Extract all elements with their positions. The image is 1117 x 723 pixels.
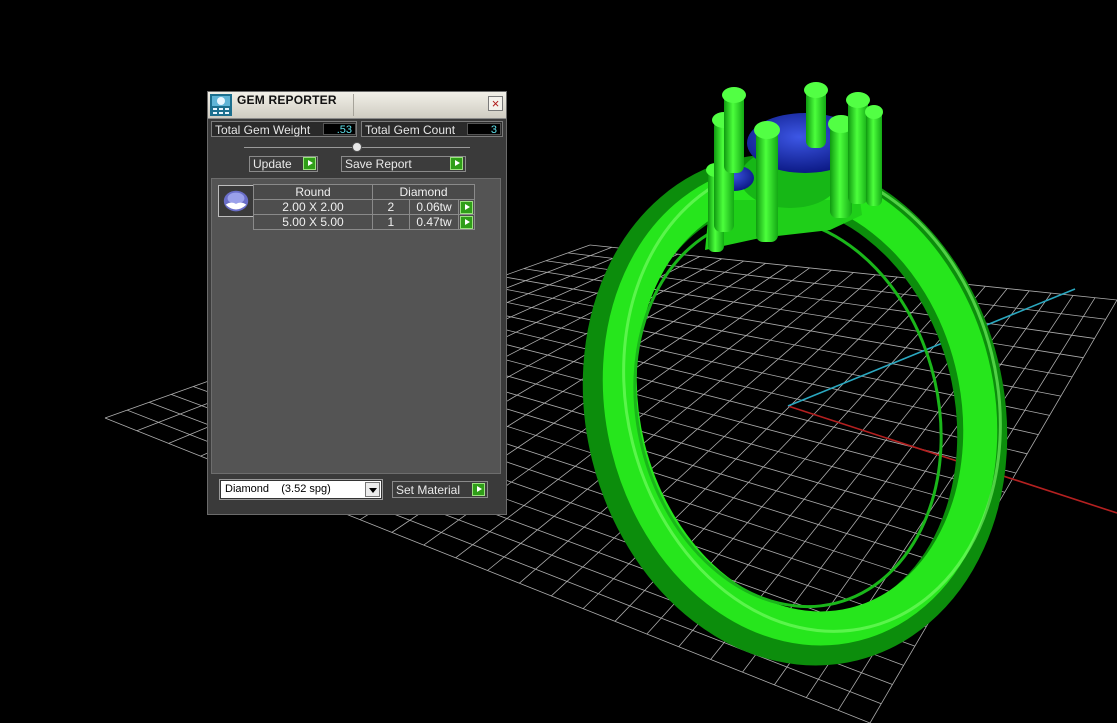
round-gem-icon xyxy=(218,185,254,217)
total-gem-weight-label: Total Gem Weight xyxy=(215,123,311,137)
gem-weight-cell: 0.47tw xyxy=(408,214,460,230)
play-arrow-icon[interactable] xyxy=(450,157,463,170)
gem-reporter-window: GEM REPORTER × Total Gem Weight .53 Tota… xyxy=(207,91,507,515)
set-material-button[interactable]: Set Material xyxy=(392,481,488,498)
shape-header: Round xyxy=(253,184,373,200)
title-divider xyxy=(353,94,354,116)
3d-viewport[interactable] xyxy=(0,0,1117,723)
save-report-button-label: Save Report xyxy=(345,157,412,171)
gem-size-cell: 5.00 X 5.00 xyxy=(253,214,373,230)
chevron-down-icon[interactable] xyxy=(365,482,380,497)
total-gem-weight-value: .53 xyxy=(323,123,356,136)
gem-table: Round Diamond 2.00 X 2.00 2 0.06tw 5.00 … xyxy=(253,184,475,230)
update-button-label: Update xyxy=(253,157,292,171)
total-gem-count-field: Total Gem Count 3 xyxy=(361,121,503,137)
title-bar[interactable]: GEM REPORTER × xyxy=(208,92,506,119)
close-icon[interactable]: × xyxy=(488,96,503,111)
set-material-button-label: Set Material xyxy=(396,483,461,497)
gem-size-cell: 2.00 X 2.00 xyxy=(253,199,373,215)
total-gem-count-value: 3 xyxy=(467,123,501,136)
total-gem-weight-field: Total Gem Weight .53 xyxy=(211,121,357,137)
collapse-handle-icon[interactable] xyxy=(352,142,362,152)
table-row[interactable]: 2.00 X 2.00 2 0.06tw xyxy=(253,199,475,215)
play-arrow-icon[interactable] xyxy=(472,483,485,496)
material-select[interactable]: Diamond (3.52 spg) xyxy=(219,479,383,500)
material-select-value: Diamond (3.52 spg) xyxy=(225,483,331,495)
save-report-button[interactable]: Save Report xyxy=(341,156,466,172)
table-row[interactable]: 5.00 X 5.00 1 0.47tw xyxy=(253,214,475,230)
gem-count-cell: 2 xyxy=(372,199,410,215)
total-gem-count-label: Total Gem Count xyxy=(365,123,456,137)
material-header: Diamond xyxy=(372,184,475,200)
play-arrow-icon[interactable] xyxy=(460,215,474,229)
gem-reporter-icon xyxy=(210,94,232,116)
play-arrow-icon[interactable] xyxy=(460,200,474,214)
update-button[interactable]: Update xyxy=(249,156,318,172)
play-arrow-icon[interactable] xyxy=(303,157,316,170)
gem-list[interactable]: Round Diamond 2.00 X 2.00 2 0.06tw 5.00 … xyxy=(211,178,501,474)
gem-count-cell: 1 xyxy=(372,214,410,230)
gem-weight-cell: 0.06tw xyxy=(408,199,460,215)
window-title: GEM REPORTER xyxy=(237,93,337,107)
